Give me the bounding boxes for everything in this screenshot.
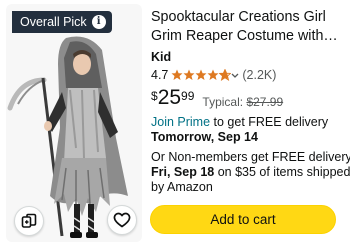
prime-delivery-date: Tomorrow, Sep 14	[151, 130, 258, 144]
nonmember-delivery-text: Or Non-members get FREE delivery	[151, 150, 350, 164]
star-icon	[183, 69, 195, 80]
rating-value: 4.7	[151, 68, 169, 82]
star-icon	[207, 69, 219, 80]
star-icon	[195, 69, 207, 80]
compare-button[interactable]	[14, 206, 44, 236]
price-currency: $	[151, 89, 158, 103]
review-count[interactable]: (2.2K)	[242, 68, 276, 82]
prime-delivery-text: to get FREE delivery	[210, 115, 329, 129]
nonmember-delivery-tail: on $35 of items shipped	[214, 165, 350, 179]
rating-row[interactable]: 4.7 (2.2K)	[151, 67, 276, 83]
typical-label: Typical:	[202, 95, 244, 109]
star-rating	[171, 69, 239, 81]
chevron-down-icon	[231, 73, 239, 78]
nonmember-delivery-date: Fri, Sep 18	[151, 165, 215, 179]
compare-icon	[21, 213, 37, 228]
add-to-cart-button[interactable]: Add to cart	[150, 205, 336, 234]
join-prime-link[interactable]: Join Prime	[151, 115, 210, 129]
half-star-icon	[219, 69, 232, 81]
product-info: Spooktacular Creations Girl Grim Reaper …	[151, 8, 345, 46]
product-brand: Kid	[151, 50, 172, 64]
typical-price-block: Typical: $27.99	[202, 95, 283, 109]
badge-label: Overall Pick	[20, 15, 87, 29]
prime-delivery-line: Join Prime to get FREE delivery	[151, 115, 328, 130]
nonmember-delivery-line: Fri, Sep 18 on $35 of items shipped	[151, 165, 350, 180]
price-row: $ 25 99 Typical: $27.99	[151, 87, 283, 111]
product-title[interactable]: Spooktacular Creations Girl Grim Reaper …	[151, 8, 345, 46]
typical-price: $27.99	[246, 95, 284, 109]
price-cents: 99	[181, 89, 195, 103]
wishlist-button[interactable]	[107, 205, 137, 235]
product-card[interactable]: Overall Pick i Spooktacular Creations Gi…	[0, 0, 350, 250]
price-dollars: 25	[157, 86, 182, 109]
shipped-by-amazon: by Amazon	[151, 180, 213, 194]
heart-icon	[113, 212, 131, 228]
info-icon[interactable]: i	[91, 15, 106, 29]
overall-pick-badge[interactable]: Overall Pick i	[12, 11, 112, 33]
star-icon	[171, 69, 183, 80]
